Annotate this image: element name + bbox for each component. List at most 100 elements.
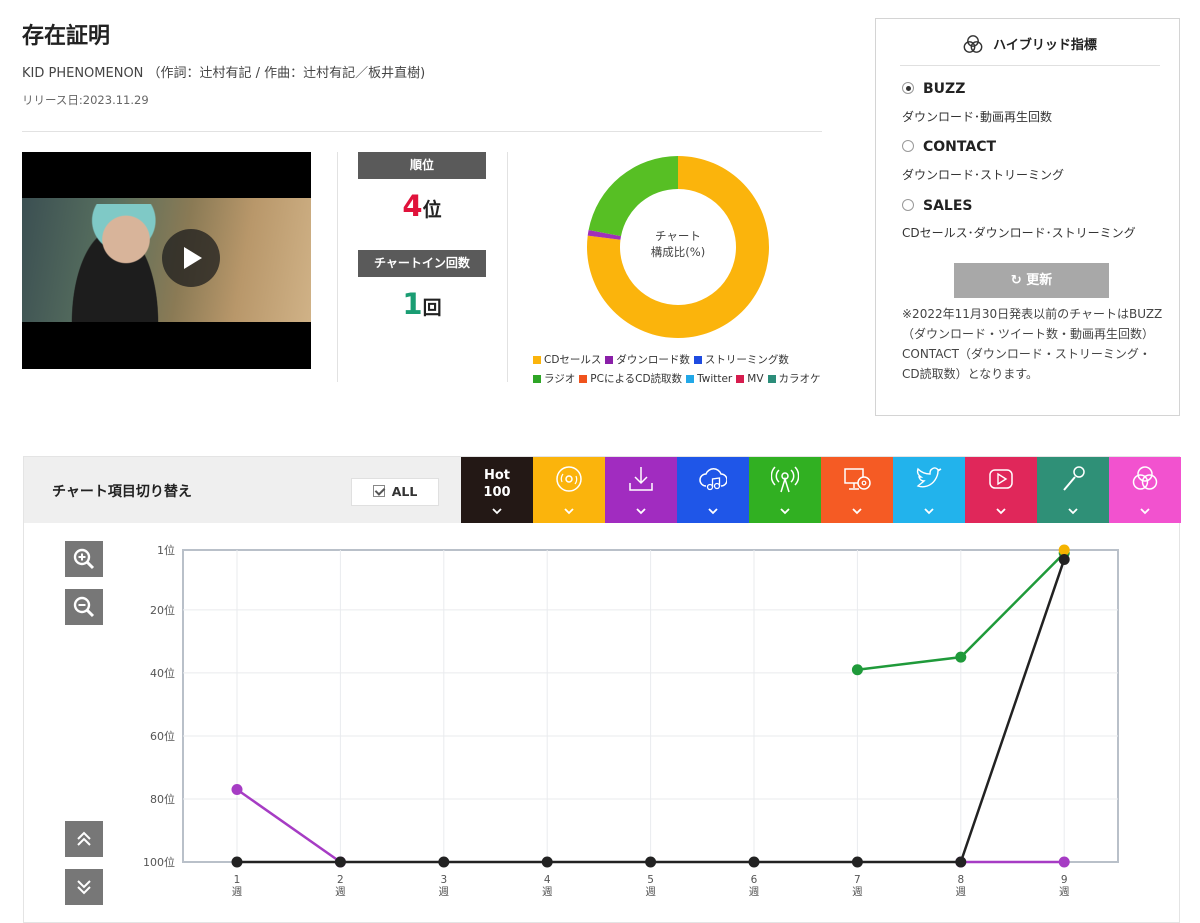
video-player[interactable]: [22, 152, 311, 369]
data-point[interactable]: [231, 856, 243, 868]
play-icon[interactable]: [162, 229, 220, 287]
data-point[interactable]: [1058, 856, 1070, 868]
legend-item: Twitter: [686, 373, 732, 385]
option-sales-desc: CDセールス･ダウンロード･ストリーミング: [902, 226, 1136, 240]
option-sales[interactable]: SALES: [902, 198, 973, 214]
y-tick-label: 20位: [150, 603, 175, 617]
chevron-down-icon: [636, 508, 646, 515]
y-tick-label: 1位: [157, 543, 175, 557]
tab-youtube[interactable]: [965, 457, 1037, 523]
legend-swatch: [767, 375, 776, 383]
x-tick-label: 週: [335, 886, 346, 898]
streaming-cloud-icon: [699, 468, 727, 491]
legend-item: PCによるCD読取数: [579, 371, 682, 386]
x-tick-label: 2: [337, 874, 344, 886]
x-tick-label: 1: [234, 874, 241, 886]
data-point[interactable]: [748, 856, 760, 868]
divider: [507, 152, 508, 382]
data-point[interactable]: [438, 856, 450, 868]
y-tick-label: 100位: [143, 855, 175, 869]
divider: [900, 65, 1160, 66]
x-tick-label: 3: [440, 874, 447, 886]
y-tick-label: 40位: [150, 666, 175, 680]
pc-cd-icon: [844, 468, 871, 490]
all-toggle[interactable]: ALL: [351, 478, 439, 506]
data-point[interactable]: [851, 856, 863, 868]
refresh-icon: ↻: [1010, 273, 1022, 288]
rank-value: 4位: [402, 189, 442, 223]
scroll-top-button[interactable]: [65, 821, 103, 857]
donut-center-label: チャート 構成比(%): [650, 229, 706, 259]
option-buzz[interactable]: BUZZ: [902, 81, 965, 97]
legend-swatch: [533, 375, 541, 383]
release-date: リリース日:2023.11.29: [22, 93, 149, 107]
data-point[interactable]: [955, 856, 967, 868]
legend-label: Twitter: [697, 373, 733, 385]
data-point[interactable]: [1058, 544, 1070, 556]
legend-swatch: [686, 375, 695, 383]
radio-icon[interactable]: [902, 199, 914, 211]
legend-swatch: [533, 356, 541, 364]
legend-label: カラオケ: [778, 373, 821, 385]
x-tick-label: 5: [647, 874, 654, 886]
zoom-in-button[interactable]: [65, 541, 103, 577]
cd-icon: [556, 466, 582, 492]
donut-slice: [588, 156, 678, 237]
x-tick-label: 8: [957, 874, 964, 886]
x-tick-label: 4: [544, 874, 551, 886]
youtube-icon: [989, 469, 1013, 489]
legend-item: MV: [736, 373, 764, 385]
song-title: 存在証明: [22, 24, 111, 49]
data-point[interactable]: [334, 856, 346, 868]
chevron-down-icon: [564, 508, 574, 515]
double-chevron-down-icon: [77, 880, 91, 895]
tab-cd[interactable]: [533, 457, 605, 523]
radio-icon[interactable]: [902, 82, 914, 94]
legend-label: PCによるCD読取数: [590, 373, 683, 385]
chevron-down-icon: [780, 508, 790, 515]
tab-hybrid[interactable]: [1109, 457, 1181, 523]
x-tick-label: 週: [645, 886, 656, 898]
chart-switcher: チャート項目切り替え ALL Hot 100: [24, 457, 1181, 523]
tab-streaming-cloud[interactable]: [677, 457, 749, 523]
data-point[interactable]: [231, 784, 243, 796]
tab-twitter[interactable]: [893, 457, 965, 523]
twitter-icon: [916, 467, 942, 488]
data-point[interactable]: [1058, 553, 1070, 565]
data-point[interactable]: [955, 651, 967, 663]
data-point[interactable]: [645, 856, 657, 868]
hybrid-icon: [1132, 466, 1158, 490]
radio-icon[interactable]: [902, 140, 914, 152]
chevron-down-icon: [1140, 508, 1150, 515]
hybrid-icon: [963, 35, 983, 53]
divider: [337, 152, 338, 382]
legend-label: MV: [747, 373, 764, 385]
chevron-down-icon: [492, 508, 502, 515]
legend-swatch: [736, 375, 745, 383]
scroll-bottom-button[interactable]: [65, 869, 103, 905]
tab-download[interactable]: [605, 457, 677, 523]
chevron-down-icon: [924, 508, 934, 515]
tab-karaoke-mic[interactable]: [1037, 457, 1109, 523]
legend-label: ストリーミング数: [704, 354, 789, 366]
rank-history-chart: 1位20位40位60位80位100位1週2週3週4週5週6週7週8週9週: [143, 543, 1119, 898]
x-tick-label: 7: [854, 874, 861, 886]
data-point[interactable]: [541, 856, 553, 868]
rank-box: 順位 4位: [358, 152, 486, 223]
thumbnail-figure: [60, 204, 170, 322]
option-contact-desc: ダウンロード･ストリーミング: [902, 168, 1065, 182]
tab-radio[interactable]: [749, 457, 821, 523]
option-buzz-desc: ダウンロード･動画再生回数: [902, 110, 1053, 124]
x-tick-label: 6: [751, 874, 758, 886]
legend-label: CDセールス: [544, 354, 602, 366]
option-contact[interactable]: CONTACT: [902, 139, 996, 155]
checkbox-icon[interactable]: [372, 485, 385, 497]
data-point[interactable]: [851, 664, 863, 676]
zoom-out-button[interactable]: [65, 589, 103, 625]
switcher-label: チャート項目切り替え: [52, 484, 192, 500]
tab-hot100[interactable]: Hot 100: [461, 457, 533, 523]
tab-pc-cd[interactable]: [821, 457, 893, 523]
legend-label: ダウンロード数: [616, 354, 690, 366]
refresh-button[interactable]: ↻ 更新: [954, 263, 1109, 298]
legend-item: ストリーミング数: [693, 352, 789, 367]
